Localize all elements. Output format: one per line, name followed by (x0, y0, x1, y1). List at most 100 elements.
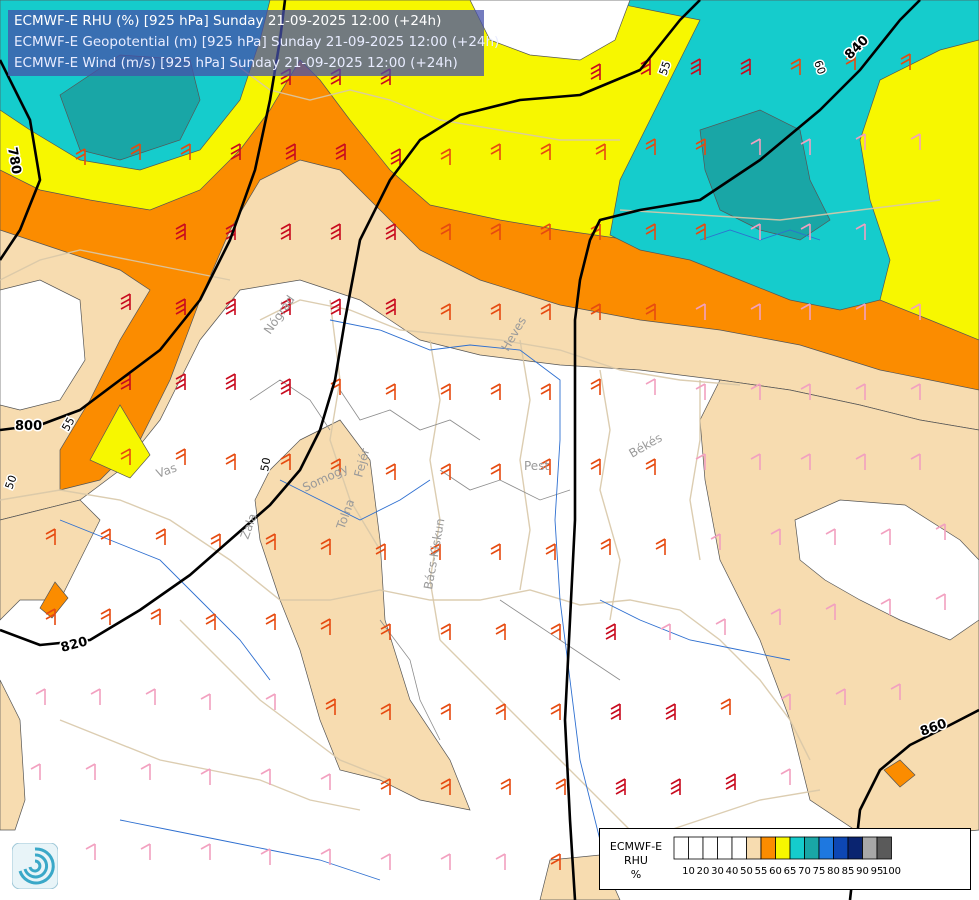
wind-barb (85, 843, 96, 860)
legend-title-unit: % (630, 868, 642, 881)
legend-swatch (804, 836, 820, 860)
wind-barb (540, 383, 551, 400)
wind-barb (495, 623, 506, 640)
wind-barb (440, 853, 451, 870)
map-stage: 780 800 820 840 860 55 50 50 60 55 Vas Zala Somogy F… (0, 0, 979, 900)
wind-barb (660, 623, 671, 640)
legend-title-model: ECMWF-E (609, 840, 663, 853)
wind-barb (260, 848, 271, 865)
wind-barb (655, 538, 666, 555)
title-geopotential: ECMWF-E Geopotential (m) [925 hPa] Sunda… (14, 34, 500, 50)
wind-barb (720, 698, 731, 715)
wind-barb (490, 463, 501, 480)
wind-barb (550, 623, 561, 640)
legend-swatch (702, 836, 718, 860)
wind-barb (600, 538, 611, 555)
rhu-55-west-strip (0, 679, 26, 831)
legend-swatch (746, 836, 762, 860)
legend-tick-label: 100 (882, 866, 901, 877)
legend-tick-label: 90 (856, 866, 869, 877)
wind-barb (780, 768, 791, 785)
border-line (599, 369, 621, 621)
wind-barb (385, 383, 396, 400)
legend-tick-label: 65 (784, 866, 797, 877)
wind-barb (90, 688, 101, 705)
wind-barb (440, 383, 451, 400)
wind-barb (545, 543, 556, 560)
legend-swatch (833, 836, 849, 860)
river-line (119, 819, 381, 881)
geopotential-contour-label: 800 (15, 419, 42, 434)
rhu-contour-label: 50 (258, 456, 273, 472)
legend-title-variable: RHU (624, 854, 648, 867)
wind-barb (30, 763, 41, 780)
wind-barb (490, 383, 501, 400)
wind-barb (205, 613, 216, 630)
legend-swatch (876, 836, 892, 860)
legend-swatch (862, 836, 878, 860)
legend-swatch (717, 836, 733, 860)
legend-swatch (688, 836, 704, 860)
wind-barb (140, 843, 151, 860)
wind-barb (145, 688, 156, 705)
title-wind: ECMWF-E Wind (m/s) [925 hPa] Sunday 21-0… (14, 55, 458, 71)
legend-swatch (847, 836, 863, 860)
wind-barb (150, 608, 161, 625)
wind-barb (440, 703, 451, 720)
border-line (429, 339, 441, 641)
legend-tick-label: 40 (726, 866, 739, 877)
wind-barb (715, 618, 726, 635)
wind-barb (670, 778, 681, 795)
legend-tick-label: 10 (682, 866, 695, 877)
legend-tick-label: 80 (827, 866, 840, 877)
place-label: Pest (524, 459, 549, 473)
wind-barb (200, 768, 211, 785)
wind-barb (385, 463, 396, 480)
legend-tick-label: 20 (697, 866, 710, 877)
wind-barb (265, 613, 276, 630)
place-label: Vas (154, 461, 178, 481)
wind-barb (605, 623, 616, 640)
legend-swatch (673, 836, 689, 860)
wind-barb (200, 693, 211, 710)
wind-barb (155, 528, 166, 545)
wind-barb (380, 853, 391, 870)
wind-barb (35, 688, 46, 705)
wind-barb (85, 763, 96, 780)
legend-tick-label: 30 (711, 866, 724, 877)
legend-tick-label: 85 (842, 866, 855, 877)
wind-barb (645, 458, 656, 475)
legend-swatch (775, 836, 791, 860)
wind-barb (550, 703, 561, 720)
title-panel: ECMWF-E RHU (%) [925 hPa] Sunday 21-09-2… (8, 10, 499, 76)
title-rhu: ECMWF-E RHU (%) [925 hPa] Sunday 21-09-2… (14, 13, 442, 29)
legend-swatch (789, 836, 805, 860)
legend-tick-label: 75 (813, 866, 826, 877)
place-label: Nógrád (261, 293, 298, 337)
legend-title: ECMWF-E RHU % (604, 840, 668, 882)
wind-barb (665, 703, 676, 720)
legend-tick-label: 60 (769, 866, 782, 877)
wind-barb (140, 763, 151, 780)
legend-swatch (760, 836, 776, 860)
border-line (689, 380, 701, 561)
place-label: Békés (627, 431, 665, 461)
border-line (59, 719, 361, 811)
wind-barb (100, 608, 111, 625)
wind-barb (495, 703, 506, 720)
wind-barb (590, 378, 601, 395)
wind-barb (225, 453, 236, 470)
wind-barb (225, 373, 236, 390)
wind-barb (615, 778, 626, 795)
wind-barb (590, 458, 601, 475)
legend-tick-label: 50 (740, 866, 753, 877)
legend-scale: 10 20 30 40 50 55 60 65 70 75 80 85 90 95100 (673, 836, 901, 877)
ecmwf-logo (12, 843, 58, 889)
wind-barb (555, 778, 566, 795)
color-legend: ECMWF-E RHU % 10 20 30 40 50 55 60 65 70 75 80 85 90… (599, 828, 971, 890)
wind-barb (500, 778, 511, 795)
place-label: Bács-Kiskun (421, 517, 447, 590)
wind-barb (490, 543, 501, 560)
weather-map: 7808008208408605550506055 VasZalaSomogy F… (0, 0, 979, 900)
wind-barb (725, 773, 736, 790)
